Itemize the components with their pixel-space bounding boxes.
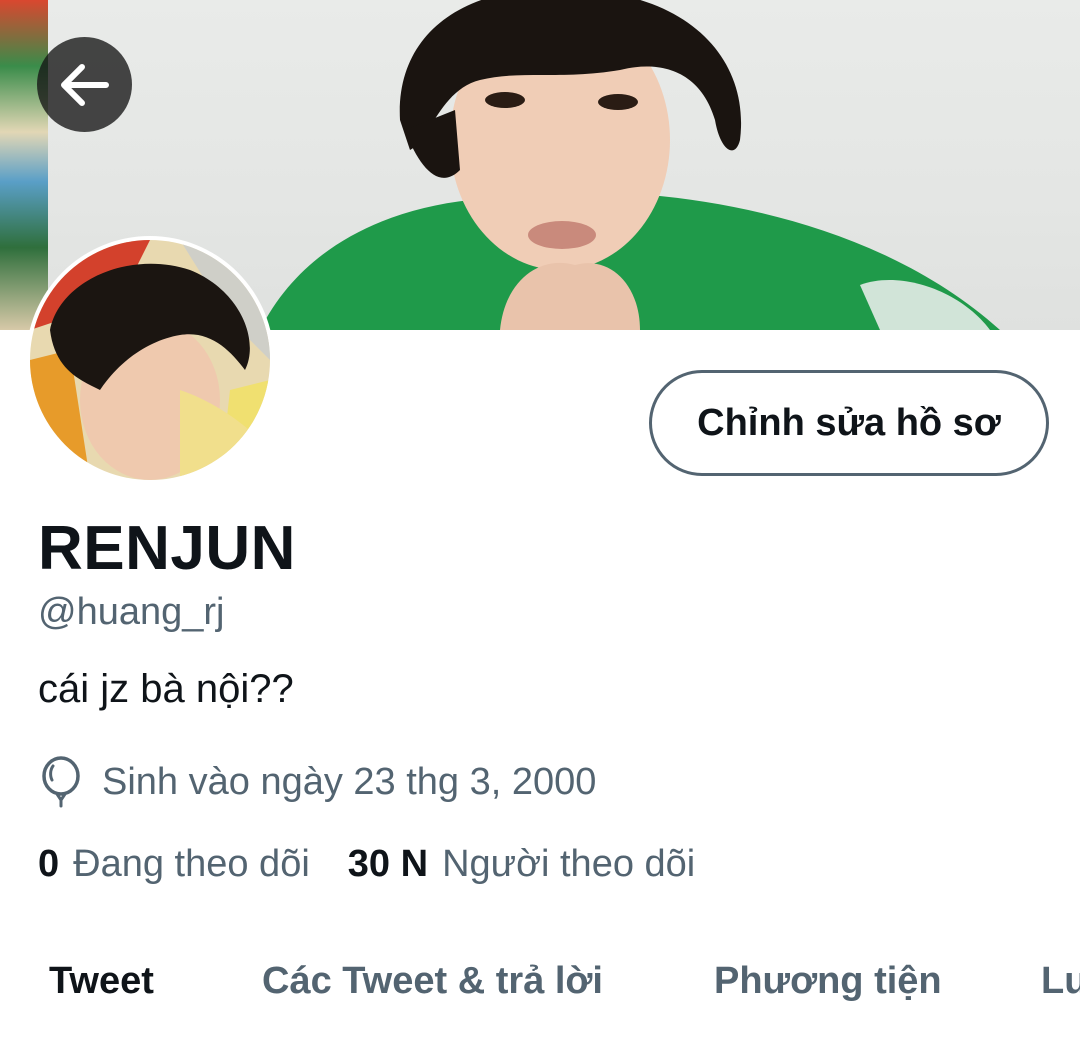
- following-label: Đang theo dõi: [73, 843, 310, 885]
- followers-link[interactable]: 30 N Người theo dõi: [348, 843, 695, 886]
- tab-tweets-replies[interactable]: Các Tweet & trả lời: [262, 960, 603, 1003]
- tab-tweets[interactable]: Tweet: [49, 960, 154, 1003]
- followers-count: 30 N: [347, 843, 429, 885]
- arrow-left-icon: [60, 63, 109, 106]
- balloon-icon: [42, 756, 80, 808]
- display-name: RENJUN: [38, 514, 296, 583]
- birthday-text: Sinh vào ngày 23 thg 3, 2000: [102, 760, 597, 803]
- edit-profile-label: Chỉnh sửa hồ sơ: [697, 401, 1001, 444]
- following-count: 0: [38, 843, 60, 885]
- back-button[interactable]: [37, 37, 132, 132]
- birthday-row: Sinh vào ngày 23 thg 3, 2000: [38, 752, 596, 812]
- edit-profile-button[interactable]: Chỉnh sửa hồ sơ: [649, 370, 1049, 476]
- avatar-photo: [30, 240, 270, 480]
- profile-tabs: Tweet Các Tweet & trả lời Phương tiện Lư: [0, 960, 1080, 1030]
- avatar[interactable]: [30, 240, 270, 480]
- follow-stats: 0 Đang theo dõi 30 N Người theo dõi: [38, 843, 695, 886]
- user-handle: @huang_rj: [38, 591, 225, 633]
- tab-media[interactable]: Phương tiện: [714, 960, 942, 1003]
- followers-label: Người theo dõi: [442, 843, 696, 885]
- tab-likes[interactable]: Lư: [1041, 960, 1080, 1003]
- bio: cái jz bà nội??: [38, 667, 294, 711]
- following-link[interactable]: 0 Đang theo dõi: [38, 843, 310, 886]
